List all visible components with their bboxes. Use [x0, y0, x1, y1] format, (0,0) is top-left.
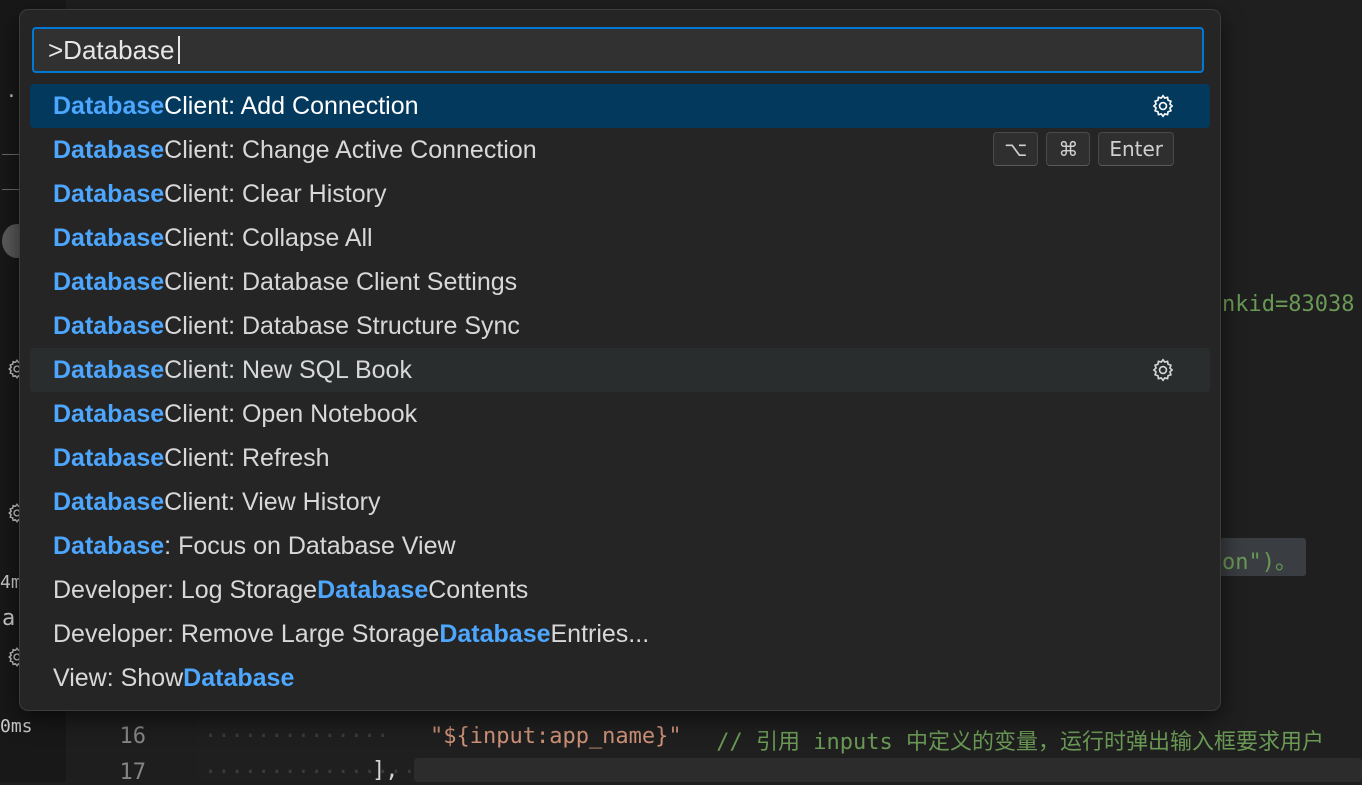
- sidebar-fragment: 4m: [0, 572, 22, 593]
- code-selection: [414, 758, 1362, 782]
- command-item-open-notebook[interactable]: Database Client: Open Notebook: [30, 392, 1210, 436]
- command-item-clear-history[interactable]: Database Client: Clear History: [30, 172, 1210, 216]
- match-highlight: Database: [53, 223, 165, 252]
- match-highlight: Database: [53, 399, 165, 428]
- command-label: Client: Open Notebook: [164, 399, 418, 428]
- match-highlight: Database: [53, 443, 165, 472]
- code-fragment: on")。: [1222, 550, 1297, 575]
- command-item-show-database[interactable]: View: Show Database: [30, 656, 1210, 700]
- option-key: ⌥: [993, 132, 1039, 166]
- enter-key: Enter: [1098, 132, 1174, 166]
- command-palette: >Database Database Client: Add Connectio…: [20, 10, 1220, 710]
- command-label-prefix: Developer: Log Storage: [53, 575, 318, 604]
- command-label: Client: Clear History: [164, 179, 387, 208]
- code-bracket: ],: [372, 758, 399, 783]
- match-highlight: Database: [53, 179, 165, 208]
- command-label: : Focus on Database View: [164, 531, 456, 560]
- command-label: Client: Collapse All: [164, 223, 373, 252]
- command-item-new-sql-book[interactable]: Database Client: New SQL Book: [30, 348, 1210, 392]
- command-label: Client: Change Active Connection: [164, 135, 537, 164]
- match-highlight: Database: [439, 619, 551, 648]
- line-number: 16: [119, 724, 147, 749]
- match-highlight: Database: [53, 135, 165, 164]
- command-label: Client: Database Structure Sync: [164, 311, 520, 340]
- match-highlight: Database: [317, 575, 429, 604]
- command-item-remove-large-storage-entries[interactable]: Developer: Remove Large Storage Database…: [30, 612, 1210, 656]
- gear-icon[interactable]: [1150, 357, 1176, 383]
- text-cursor: [178, 36, 181, 64]
- whitespace-dots: ··············: [204, 724, 390, 749]
- command-list: Database Client: Add Connection Database…: [30, 84, 1210, 700]
- command-label: Client: New SQL Book: [164, 355, 412, 384]
- command-label-prefix: Developer: Remove Large Storage: [53, 619, 440, 648]
- command-label: Contents: [428, 575, 529, 604]
- command-item-database-structure-sync[interactable]: Database Client: Database Structure Sync: [30, 304, 1210, 348]
- command-label: Client: Refresh: [164, 443, 330, 472]
- code-comment: // 引用 inputs 中定义的变量，运行时弹出输入框要求用户: [703, 730, 1324, 755]
- line-number: 17: [119, 760, 147, 785]
- command-item-add-connection[interactable]: Database Client: Add Connection: [30, 84, 1210, 128]
- match-highlight: Database: [53, 355, 165, 384]
- match-highlight: Database: [53, 91, 165, 120]
- command-item-change-active-connection[interactable]: Database Client: Change Active Connectio…: [30, 128, 1210, 172]
- editor-breadcrumb-bar: [1220, 64, 1362, 135]
- command-label: Client: Add Connection: [164, 91, 419, 120]
- command-item-view-history[interactable]: Database Client: View History: [30, 480, 1210, 524]
- command-item-database-client-settings[interactable]: Database Client: Database Client Setting…: [30, 260, 1210, 304]
- command-label-prefix: View: Show: [53, 663, 184, 692]
- command-item-refresh[interactable]: Database Client: Refresh: [30, 436, 1210, 480]
- match-highlight: Database: [53, 311, 165, 340]
- command-label: Client: Database Client Settings: [164, 267, 518, 296]
- command-label: Entries...: [550, 619, 650, 648]
- code-string: "${input:app_name}": [430, 724, 682, 749]
- command-palette-input[interactable]: >Database: [32, 27, 1204, 73]
- match-highlight: Database: [183, 663, 295, 692]
- gear-icon[interactable]: [1150, 93, 1176, 119]
- command-key: ⌘: [1046, 132, 1091, 166]
- sidebar-fragment: ·: [6, 86, 17, 107]
- command-item-focus-database-view[interactable]: Database: Focus on Database View: [30, 524, 1210, 568]
- command-label: Client: View History: [164, 487, 381, 516]
- match-highlight: Database: [53, 531, 165, 560]
- keybinding: ⌥ ⌘ Enter: [993, 132, 1174, 166]
- sidebar-fragment: 0ms: [0, 716, 33, 737]
- command-palette-query[interactable]: >Database: [48, 35, 174, 66]
- code-fragment: nkid=83038: [1222, 292, 1355, 317]
- command-item-collapse-all[interactable]: Database Client: Collapse All: [30, 216, 1210, 260]
- command-item-log-storage-database-contents[interactable]: Developer: Log Storage Database Contents: [30, 568, 1210, 612]
- sidebar-fragment: a: [2, 606, 16, 631]
- match-highlight: Database: [53, 267, 165, 296]
- match-highlight: Database: [53, 487, 165, 516]
